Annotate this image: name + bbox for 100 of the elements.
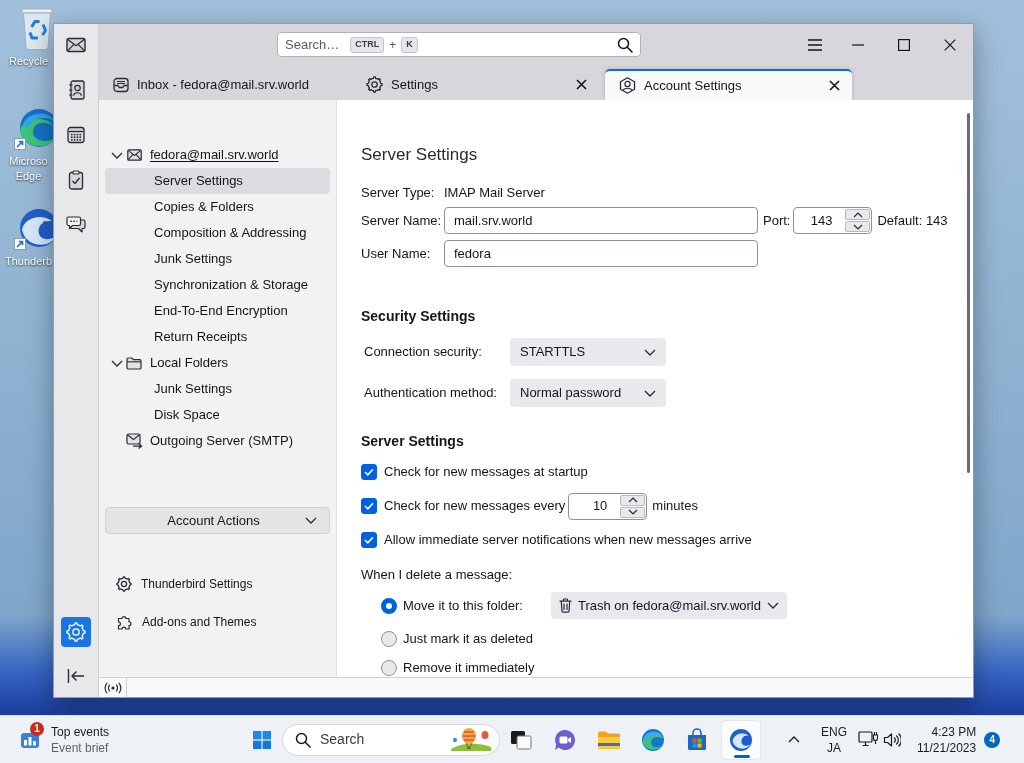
- field-label: Connection security:: [364, 343, 483, 362]
- search-icon: [617, 36, 633, 53]
- tree-item[interactable]: Composition & Addressing: [105, 220, 330, 246]
- envelope-icon: [66, 37, 86, 53]
- sidebar-link[interactable]: Add-ons and Themes: [105, 607, 330, 637]
- chevron-up-icon: [788, 736, 800, 743]
- trash-can-icon: [559, 598, 572, 613]
- folder-dropdown[interactable]: Trash on fedora@mail.srv.world: [551, 592, 787, 619]
- speech-bubbles-icon: [66, 216, 86, 234]
- spin-up-button[interactable]: [845, 209, 871, 220]
- spin-down-button[interactable]: [845, 221, 871, 232]
- collapse-arrow-icon: [67, 668, 85, 684]
- notification-badge: 1: [30, 721, 44, 736]
- minimize-icon: [852, 43, 864, 46]
- envelope-icon: [126, 149, 142, 161]
- envelope-arrow-icon: [125, 433, 143, 449]
- radio-button[interactable]: [381, 597, 397, 614]
- recycle-bin-icon[interactable]: [21, 6, 53, 50]
- section-heading: Server Settings: [361, 431, 465, 451]
- chevron-down-icon: [644, 348, 656, 356]
- clipboard-check-icon: [68, 170, 84, 190]
- checkmark-icon: [364, 502, 374, 510]
- page-title: Server Settings: [361, 144, 479, 167]
- chevron-down-icon: [852, 223, 863, 230]
- tree-item[interactable]: Synchronization & Storage: [105, 272, 330, 298]
- tree-item[interactable]: Outgoing Server (SMTP): [105, 428, 330, 454]
- chevron-up-icon: [627, 497, 638, 503]
- menu-icon: [807, 38, 823, 51]
- close-icon: [828, 80, 840, 91]
- wired-network-icon: [858, 731, 878, 748]
- chevron-down-icon: [644, 389, 656, 397]
- keyboard-key: K: [401, 36, 418, 53]
- field-label: Server Type:: [361, 184, 436, 203]
- folder-icon: [597, 729, 621, 750]
- puzzle-piece-icon: [116, 613, 133, 631]
- gear-icon: [66, 622, 86, 642]
- section-heading: Security Settings: [361, 306, 477, 326]
- checkbox[interactable]: [361, 464, 377, 480]
- tree-item[interactable]: Disk Space: [105, 402, 330, 428]
- chevron-down-icon: [767, 602, 779, 609]
- crescent-logo-icon: [729, 727, 753, 752]
- checkmark-icon: [364, 536, 374, 544]
- port-field[interactable]: 143: [793, 207, 873, 234]
- checkmark-icon: [364, 468, 374, 476]
- notification-count-badge: 4: [984, 731, 1001, 748]
- radio-button[interactable]: [381, 631, 397, 647]
- tree-item[interactable]: End-To-End Encryption: [105, 298, 330, 324]
- tree-item[interactable]: Junk Settings: [105, 376, 330, 402]
- search-field[interactable]: Search… CTRL + K: [277, 32, 641, 57]
- speaker-icon: [883, 731, 901, 748]
- hexagon-person-icon: [619, 77, 636, 94]
- tab[interactable]: Account Settings: [605, 69, 852, 100]
- shopping-bag-icon: [685, 727, 709, 752]
- input-language-button[interactable]: ENG JA: [818, 719, 850, 760]
- dropdown[interactable]: Normal password: [510, 379, 666, 407]
- chevron-up-icon: [852, 211, 863, 218]
- tree-item[interactable]: Junk Settings: [105, 246, 330, 272]
- clock-button[interactable]: 4:23 PM 11/21/2023: [917, 719, 977, 760]
- checkbox[interactable]: [361, 498, 377, 514]
- broadcast-icon[interactable]: [103, 681, 122, 694]
- tree-item[interactable]: Copies & Folders: [105, 194, 330, 220]
- maximize-icon: [898, 38, 910, 51]
- server-name-field[interactable]: mail.srv.world: [444, 207, 758, 234]
- spin-up-button[interactable]: [620, 494, 646, 506]
- dropdown[interactable]: STARTTLS: [510, 338, 666, 366]
- radio-label: Remove it immediately: [403, 659, 535, 677]
- checkbox-label: Check for new messages at startup: [384, 463, 588, 482]
- checkbox-label: Check for new messages every: [384, 497, 566, 516]
- grid-logo-icon: [253, 730, 271, 749]
- field-label: Port:: [763, 211, 791, 230]
- overlapping-windows-icon: [510, 729, 532, 750]
- chevron-down-icon: [627, 509, 638, 515]
- tab[interactable]: Inbox - fedora@mail.srv.world: [99, 69, 346, 100]
- swirl-logo-icon: [641, 727, 665, 752]
- tree-item[interactable]: Local Folders: [105, 350, 330, 376]
- account-actions-button[interactable]: Account Actions: [105, 507, 330, 534]
- radio-button[interactable]: [381, 660, 397, 676]
- taskbar-search-field[interactable]: Search: [282, 723, 500, 756]
- checkbox[interactable]: [361, 532, 377, 548]
- calendar-icon: [67, 126, 85, 144]
- field-value: IMAP Mail Server: [444, 184, 545, 203]
- settings-button[interactable]: [61, 617, 91, 647]
- interval-field[interactable]: 10: [568, 492, 648, 520]
- tab[interactable]: Settings: [352, 69, 599, 100]
- video-chat-icon: [553, 727, 577, 752]
- gear-icon: [116, 576, 132, 592]
- sidebar-link[interactable]: Thunderbird Settings: [105, 569, 330, 599]
- scrollbar-thumb[interactable]: [967, 113, 970, 473]
- folder-icon: [126, 356, 142, 370]
- spin-down-button[interactable]: [620, 506, 646, 518]
- keyboard-key: CTRL: [350, 36, 385, 53]
- user-name-field[interactable]: fedora: [444, 240, 758, 267]
- group-label: When I delete a message:: [361, 566, 514, 585]
- tree-item[interactable]: fedora@mail.srv.world: [105, 142, 330, 168]
- field-label: Authentication method:: [364, 384, 498, 403]
- field-label: User Name:: [361, 244, 432, 263]
- news-widget-button[interactable]: 1 Top events Event brief: [12, 719, 118, 760]
- tree-item[interactable]: Server Settings: [105, 168, 330, 194]
- radio-label: Move it to this folder:: [403, 596, 524, 615]
- tree-item[interactable]: Return Receipts: [105, 324, 330, 350]
